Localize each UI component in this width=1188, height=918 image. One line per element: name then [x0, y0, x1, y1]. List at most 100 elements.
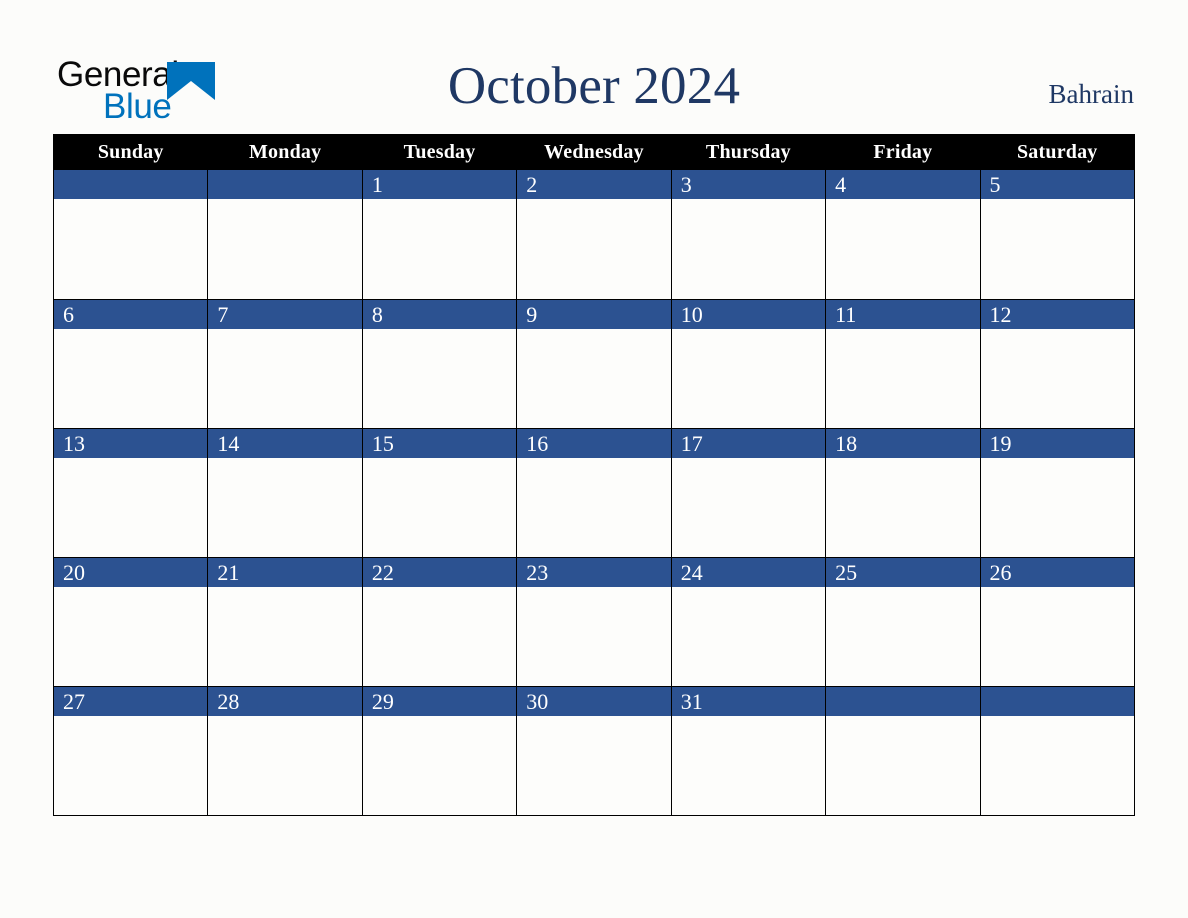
day-number: 27	[54, 687, 208, 716]
day-cell-inner: 31	[671, 687, 826, 815]
calendar-day-cell[interactable]: 16	[516, 428, 672, 558]
day-cell-inner: 9	[517, 300, 671, 428]
calendar-day-cell[interactable]: 23	[516, 557, 672, 687]
weekday-header-friday: Friday	[825, 134, 981, 170]
calendar-day-cell[interactable]: 28	[207, 686, 363, 816]
day-note-area[interactable]	[363, 329, 516, 333]
day-note-area[interactable]	[826, 199, 979, 203]
calendar-day-cell[interactable]: 20	[52, 557, 209, 687]
calendar-day-cell[interactable]: 9	[516, 299, 672, 429]
calendar-week-row: 13 14 15 16 17 18 19	[52, 428, 1135, 558]
calendar-day-cell[interactable]: 8	[361, 299, 518, 429]
day-note-area[interactable]	[826, 458, 979, 462]
weekday-header-wednesday: Wednesday	[516, 134, 672, 170]
calendar-day-cell[interactable]: 21	[207, 557, 363, 687]
day-note-area[interactable]	[517, 199, 670, 203]
day-cell-inner	[54, 170, 208, 299]
day-number: 26	[980, 558, 1134, 587]
calendar-day-cell[interactable]: 27	[52, 686, 209, 816]
day-note-area[interactable]	[981, 716, 1134, 720]
day-number: 10	[671, 300, 826, 329]
day-cell-inner: 8	[362, 300, 517, 428]
day-number: 1	[362, 170, 517, 199]
day-note-area[interactable]	[54, 716, 207, 720]
day-cell-inner: 19	[980, 429, 1134, 557]
day-number: 31	[671, 687, 826, 716]
page-title: October 2024	[447, 57, 741, 115]
day-note-area[interactable]	[672, 716, 825, 720]
calendar-day-cell[interactable]: 13	[52, 428, 209, 558]
calendar-day-cell[interactable]	[825, 686, 981, 816]
day-cell-inner: 4	[826, 170, 980, 299]
calendar-day-cell[interactable]: 25	[825, 557, 981, 687]
day-note-area[interactable]	[208, 458, 361, 462]
calendar-day-cell[interactable]	[207, 169, 363, 300]
day-number: 30	[517, 687, 671, 716]
calendar-day-cell[interactable]: 18	[825, 428, 981, 558]
calendar-day-cell[interactable]: 2	[516, 169, 672, 300]
day-cell-inner: 30	[517, 687, 671, 815]
day-note-area[interactable]	[363, 716, 516, 720]
day-note-area[interactable]	[517, 458, 670, 462]
day-note-area[interactable]	[363, 458, 516, 462]
calendar-day-cell[interactable]: 19	[979, 428, 1135, 558]
day-note-area[interactable]	[517, 716, 670, 720]
day-note-area[interactable]	[208, 587, 361, 591]
calendar-week-row: 20 21 22 23 24 25 26	[52, 557, 1135, 687]
calendar-day-cell[interactable]: 15	[361, 428, 518, 558]
page-header: General Blue October 2024 Bahrain	[0, 0, 1188, 135]
day-cell-inner	[208, 170, 362, 299]
calendar-day-cell[interactable]: 6	[52, 299, 209, 429]
day-note-area[interactable]	[208, 329, 361, 333]
day-note-area[interactable]	[54, 587, 207, 591]
calendar-day-cell[interactable]: 22	[361, 557, 518, 687]
day-note-area[interactable]	[826, 329, 979, 333]
day-cell-inner: 21	[208, 558, 362, 686]
day-note-area[interactable]	[54, 199, 207, 203]
calendar-day-cell[interactable]	[979, 686, 1135, 816]
day-cell-inner: 7	[208, 300, 362, 428]
day-note-area[interactable]	[672, 458, 825, 462]
day-cell-inner: 29	[362, 687, 517, 815]
day-note-area[interactable]	[363, 199, 516, 203]
day-note-area[interactable]	[981, 199, 1134, 203]
calendar-day-cell[interactable]	[52, 169, 209, 300]
calendar-day-cell[interactable]: 12	[979, 299, 1135, 429]
day-note-area[interactable]	[826, 587, 979, 591]
calendar-day-cell[interactable]: 30	[516, 686, 672, 816]
calendar-day-cell[interactable]: 29	[361, 686, 518, 816]
calendar-day-cell[interactable]: 3	[670, 169, 827, 300]
calendar-day-cell[interactable]: 5	[979, 169, 1135, 300]
day-note-area[interactable]	[208, 716, 361, 720]
day-number: 18	[826, 429, 980, 458]
calendar-header-row: Sunday Monday Tuesday Wednesday Thursday…	[52, 134, 1135, 170]
calendar-day-cell[interactable]: 31	[670, 686, 827, 816]
calendar-day-cell[interactable]: 14	[207, 428, 363, 558]
day-note-area[interactable]	[826, 716, 979, 720]
calendar-day-cell[interactable]: 7	[207, 299, 363, 429]
day-cell-inner: 6	[54, 300, 208, 428]
day-note-area[interactable]	[672, 587, 825, 591]
day-note-area[interactable]	[672, 329, 825, 333]
day-note-area[interactable]	[54, 329, 207, 333]
calendar-day-cell[interactable]: 11	[825, 299, 981, 429]
day-note-area[interactable]	[672, 199, 825, 203]
day-note-area[interactable]	[981, 458, 1134, 462]
day-note-area[interactable]	[54, 458, 207, 462]
calendar-day-cell[interactable]: 1	[361, 169, 518, 300]
day-number: 14	[208, 429, 362, 458]
calendar-week-row: 12345	[52, 169, 1135, 300]
day-note-area[interactable]	[363, 587, 516, 591]
calendar-day-cell[interactable]: 10	[670, 299, 827, 429]
calendar-day-cell[interactable]: 4	[825, 169, 981, 300]
calendar-day-cell[interactable]: 17	[670, 428, 827, 558]
day-note-area[interactable]	[517, 329, 670, 333]
day-note-area[interactable]	[981, 587, 1134, 591]
day-note-area[interactable]	[208, 199, 361, 203]
calendar-day-cell[interactable]: 24	[670, 557, 827, 687]
calendar-day-cell[interactable]: 26	[979, 557, 1135, 687]
day-note-area[interactable]	[517, 587, 670, 591]
region-label: Bahrain	[1048, 79, 1134, 109]
day-note-area[interactable]	[981, 329, 1134, 333]
weekday-header-sunday: Sunday	[52, 134, 209, 170]
